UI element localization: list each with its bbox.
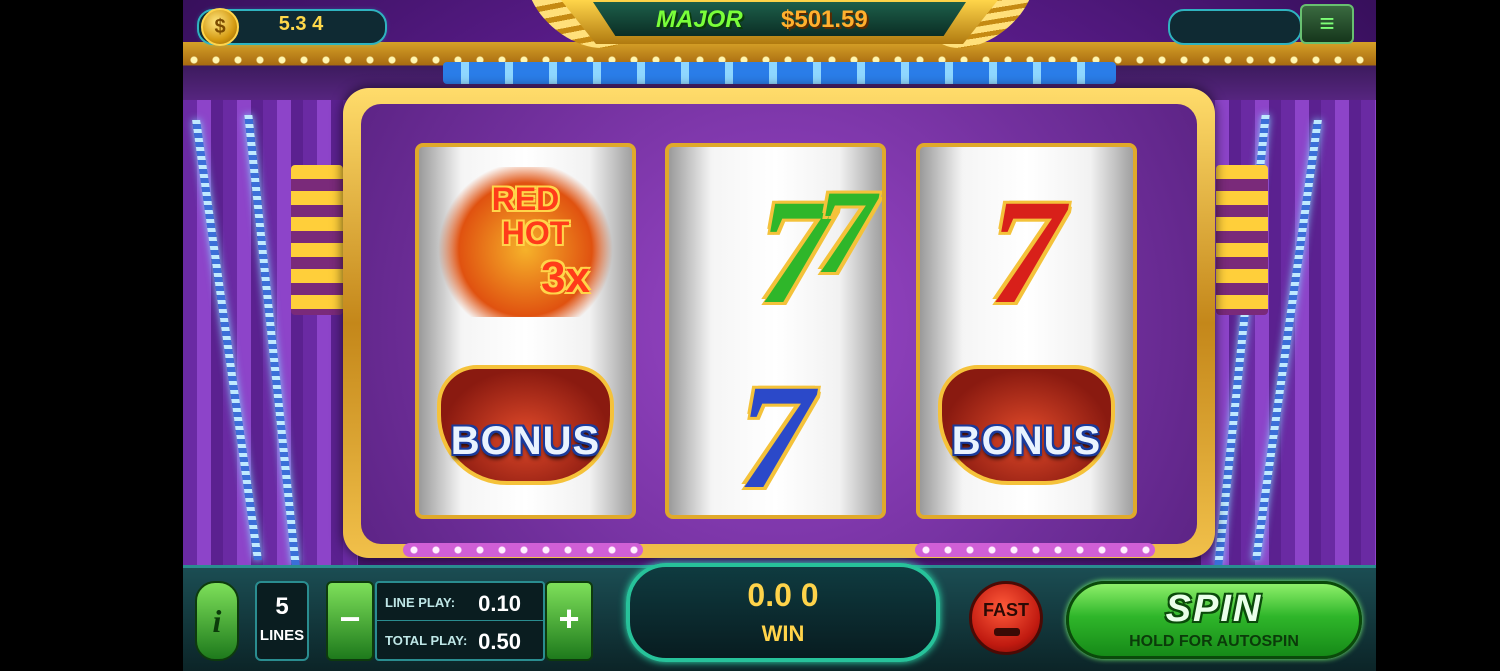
jackpot-label: MAJOR [656,6,743,33]
increase-bet-button[interactable]: + [545,581,593,661]
reel-2: 7 7 7 [665,143,886,519]
minus-icon: − [339,598,361,639]
menu-button[interactable]: ≡ [1300,4,1354,44]
red-seven-symbol: 7 [989,169,1064,335]
win-value: 0.0 0 [747,577,819,613]
plus-icon: + [558,598,580,639]
fast-button[interactable]: FAST [969,581,1043,655]
bonus-symbol: BONUS [938,365,1115,485]
pill-lights-right [915,543,1155,557]
lines-display[interactable]: 5 LINES [255,581,309,661]
bet-panel: LINE PLAY: 0.10 TOTAL PLAY: 0.50 [375,581,545,661]
fast-indicator-icon [994,628,1020,636]
bonus-text: BONUS [450,419,601,463]
red-hot-3x-symbol: RED HOT 3x [437,167,614,317]
top-right-panel [1168,9,1302,45]
coin-icon: $ [201,8,239,46]
red-hot-line-3: 3x [541,253,590,302]
fast-label: FAST [982,600,1029,620]
autospin-hint: HOLD FOR AUTOSPIN [1129,633,1299,650]
green-seven-symbol-back: 7 [815,165,876,298]
bonus-text: BONUS [951,419,1102,463]
spin-label: SPIN [1165,588,1263,630]
info-button[interactable]: i [195,581,239,661]
marquee-blue-lights [443,62,1116,84]
hamburger-icon: ≡ [1319,8,1335,38]
line-play-value: 0.10 [478,591,521,616]
win-label: WIN [761,621,805,646]
red-hot-line-1: RED [491,181,560,217]
red-hot-line-2: HOT [501,215,570,251]
side-lights-left [291,165,343,315]
line-play-label: LINE PLAY: [385,595,456,610]
jackpot-panel [593,2,966,36]
reel-1: RED HOT 3x BONUS [415,143,636,519]
pill-lights-left [403,543,643,557]
bonus-symbol: BONUS [437,365,614,485]
lines-label: LINES [259,627,305,644]
jackpot-value: $501.59 [781,6,868,33]
lines-value: 5 [275,593,289,620]
slot-game: $ 5.3 4 MAJOR $501.59 ≡ RED HOT 3x BONUS… [183,0,1376,671]
spin-button[interactable]: SPIN HOLD FOR AUTOSPIN [1066,581,1362,659]
decrease-bet-button[interactable]: − [326,581,374,661]
total-play-row: TOTAL PLAY: 0.50 [377,621,543,658]
blue-seven-symbol: 7 [738,354,813,519]
total-play-label: TOTAL PLAY: [385,633,468,648]
side-lights-right [1216,165,1268,315]
total-play-value: 0.50 [478,629,521,654]
win-display: 0.0 0 WIN [626,563,940,662]
reel-3: 7 BONUS [916,143,1137,519]
balance-value: 5.3 4 [278,13,324,35]
line-play-row: LINE PLAY: 0.10 [377,583,543,621]
